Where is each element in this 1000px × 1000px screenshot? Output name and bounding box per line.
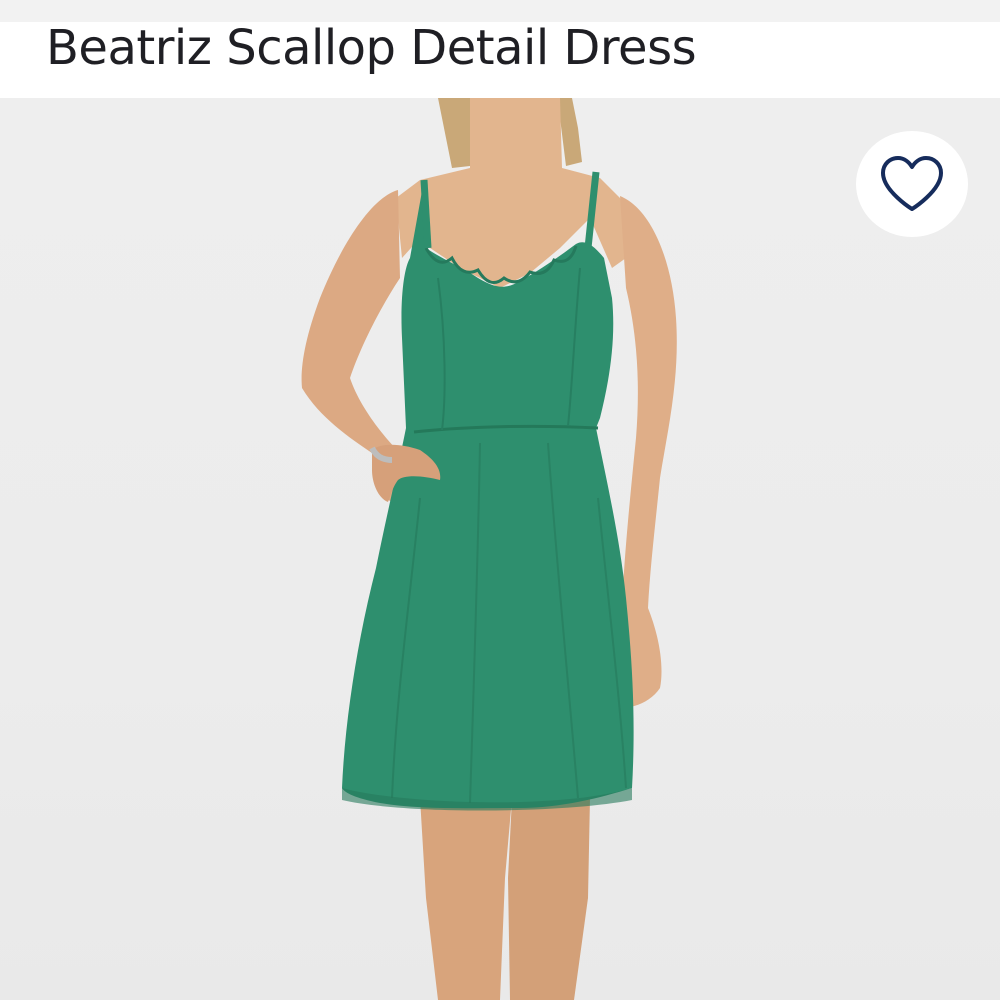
status-strip [0, 0, 1000, 22]
product-image-area[interactable] [0, 98, 1000, 1000]
favorite-button[interactable] [856, 131, 968, 237]
product-title: Beatriz Scallop Detail Dress [46, 20, 697, 76]
heart-outline-icon [881, 156, 943, 211]
product-header: Beatriz Scallop Detail Dress [0, 20, 1000, 98]
product-photo [301, 98, 677, 1000]
dress-strap-left [420, 179, 432, 249]
model-legs [420, 798, 512, 1000]
